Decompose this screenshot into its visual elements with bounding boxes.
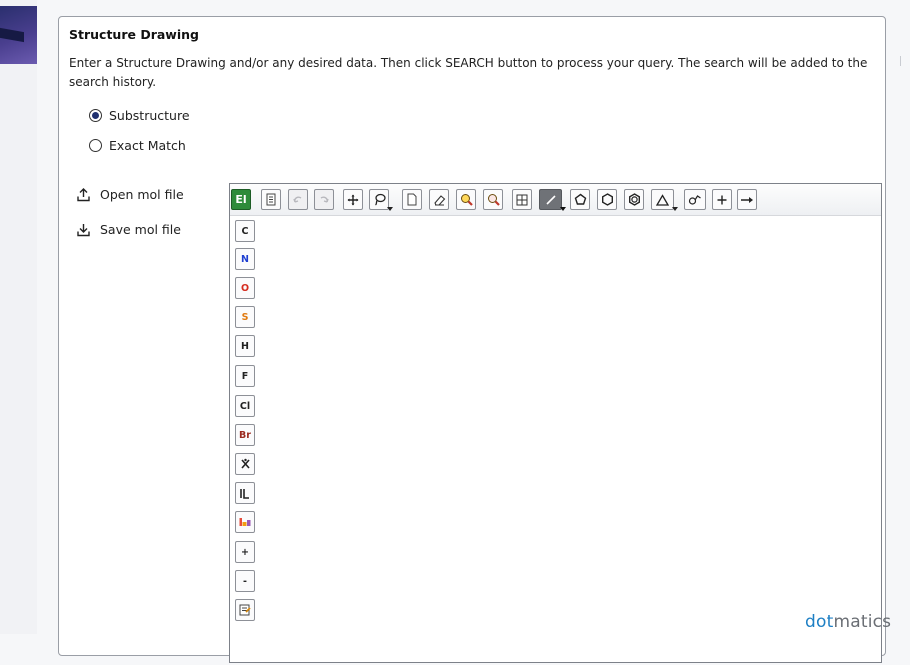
atom-cl-button[interactable]: Cl [235,395,255,417]
periodic-table-icon [239,518,251,526]
brand-prefix: dot [805,612,834,632]
atom-c-label: C [241,225,249,237]
editor-atom-toolbar: C N O S H F Cl Br + - [230,215,261,665]
panel-description: Enter a Structure Drawing and/or any des… [69,56,868,89]
atom-s-button[interactable]: S [235,306,255,328]
download-icon [77,223,90,236]
atom-n-button[interactable]: N [235,248,255,270]
substructure-radio[interactable] [89,109,102,122]
negative-charge-button[interactable]: - [235,570,255,592]
hexagon-ring-button[interactable] [597,189,617,210]
lasso-dropdown-icon [387,207,393,211]
atom-c-button[interactable]: C [235,220,255,242]
zoom-out-icon [487,194,500,206]
editor-top-toolbar: El [230,184,881,216]
reaction-arrow-button[interactable] [737,189,757,210]
x-atom-button[interactable] [235,453,255,475]
exact-match-radio[interactable] [89,139,102,152]
x-atom-icon [240,458,250,469]
panel-title: Structure Drawing [69,27,199,42]
atom-cl-label: Cl [239,400,251,412]
label-atom-icon [240,488,249,499]
atom-h-label: H [241,340,249,352]
undo-icon [293,196,302,203]
left-rail [0,0,37,634]
positive-charge-button[interactable]: + [235,541,255,563]
zoom-out-button[interactable] [483,189,503,210]
benzene-ring-button[interactable] [624,189,644,210]
element-table-icon: El [235,193,247,206]
ring-dropdown-icon [672,207,678,211]
new-page-button[interactable] [402,189,422,210]
document-button[interactable] [261,189,281,210]
plus-icon [717,195,727,204]
lasso-select-icon [374,193,386,206]
bond-dropdown-icon [560,207,566,211]
atom-s-label: S [241,311,249,323]
negative-charge-label: - [243,575,247,587]
atom-n-label: N [241,253,249,265]
single-bond-button[interactable] [539,189,566,211]
move-icon [347,194,359,205]
atom-h-button[interactable]: H [235,335,255,357]
triangle-ring-button[interactable] [651,189,678,211]
atom-br-label: Br [239,429,251,441]
exact-match-option[interactable]: Exact Match [89,138,186,153]
eraser-icon [433,194,445,206]
atom-f-label: F [241,370,249,382]
atom-br-button[interactable]: Br [235,424,255,446]
new-page-icon [407,193,417,206]
save-mol-file-label: Save mol file [100,222,181,237]
arrow-right-icon [741,196,753,203]
properties-icon [239,604,251,616]
eraser-button[interactable] [429,189,449,210]
substructure-option[interactable]: Substructure [89,108,190,123]
brand-suffix: matics [833,612,892,632]
label-atom-button[interactable] [235,482,255,504]
triangle-ring-icon [656,193,669,206]
template-grid-icon [516,194,528,205]
structure-drawing-panel: Structure Drawing Enter a Structure Draw… [58,16,891,663]
single-bond-icon [545,194,556,205]
redo-button[interactable] [314,189,334,210]
zoom-in-button[interactable] [456,189,476,210]
chain-tool-icon [688,194,701,205]
atom-f-button[interactable]: F [235,365,255,387]
substructure-label: Substructure [109,108,190,123]
hexagon-ring-icon [601,193,613,206]
exact-match-label: Exact Match [109,138,186,153]
template-grid-button[interactable] [512,189,532,210]
open-mol-file-button[interactable]: Open mol file [77,187,184,202]
app-logo-accent [0,6,37,64]
plus-button[interactable] [712,189,732,210]
element-table-button[interactable]: El [231,189,251,210]
pentagon-ring-icon [574,193,586,205]
atom-properties-button[interactable] [235,599,255,621]
atom-o-button[interactable]: O [235,277,255,299]
document-icon [266,193,276,206]
undo-button[interactable] [288,189,308,210]
right-edge-strip [888,0,910,634]
pentagon-ring-button[interactable] [570,189,590,210]
atom-o-label: O [240,282,250,294]
chain-tool-button[interactable] [684,189,706,210]
save-mol-file-button[interactable]: Save mol file [77,222,181,237]
zoom-in-icon [460,194,473,206]
structure-editor[interactable]: El C N O S H F Cl Br + - dotmatics [229,183,891,665]
benzene-ring-icon [628,193,640,206]
open-mol-file-label: Open mol file [100,187,184,202]
positive-charge-label: + [241,546,249,558]
periodic-table-button[interactable] [235,511,255,533]
move-button[interactable] [343,189,363,210]
lasso-select-button[interactable] [369,189,393,211]
upload-icon [77,187,90,201]
dotmatics-brand-logo: dotmatics [805,612,891,632]
redo-icon [320,196,329,203]
